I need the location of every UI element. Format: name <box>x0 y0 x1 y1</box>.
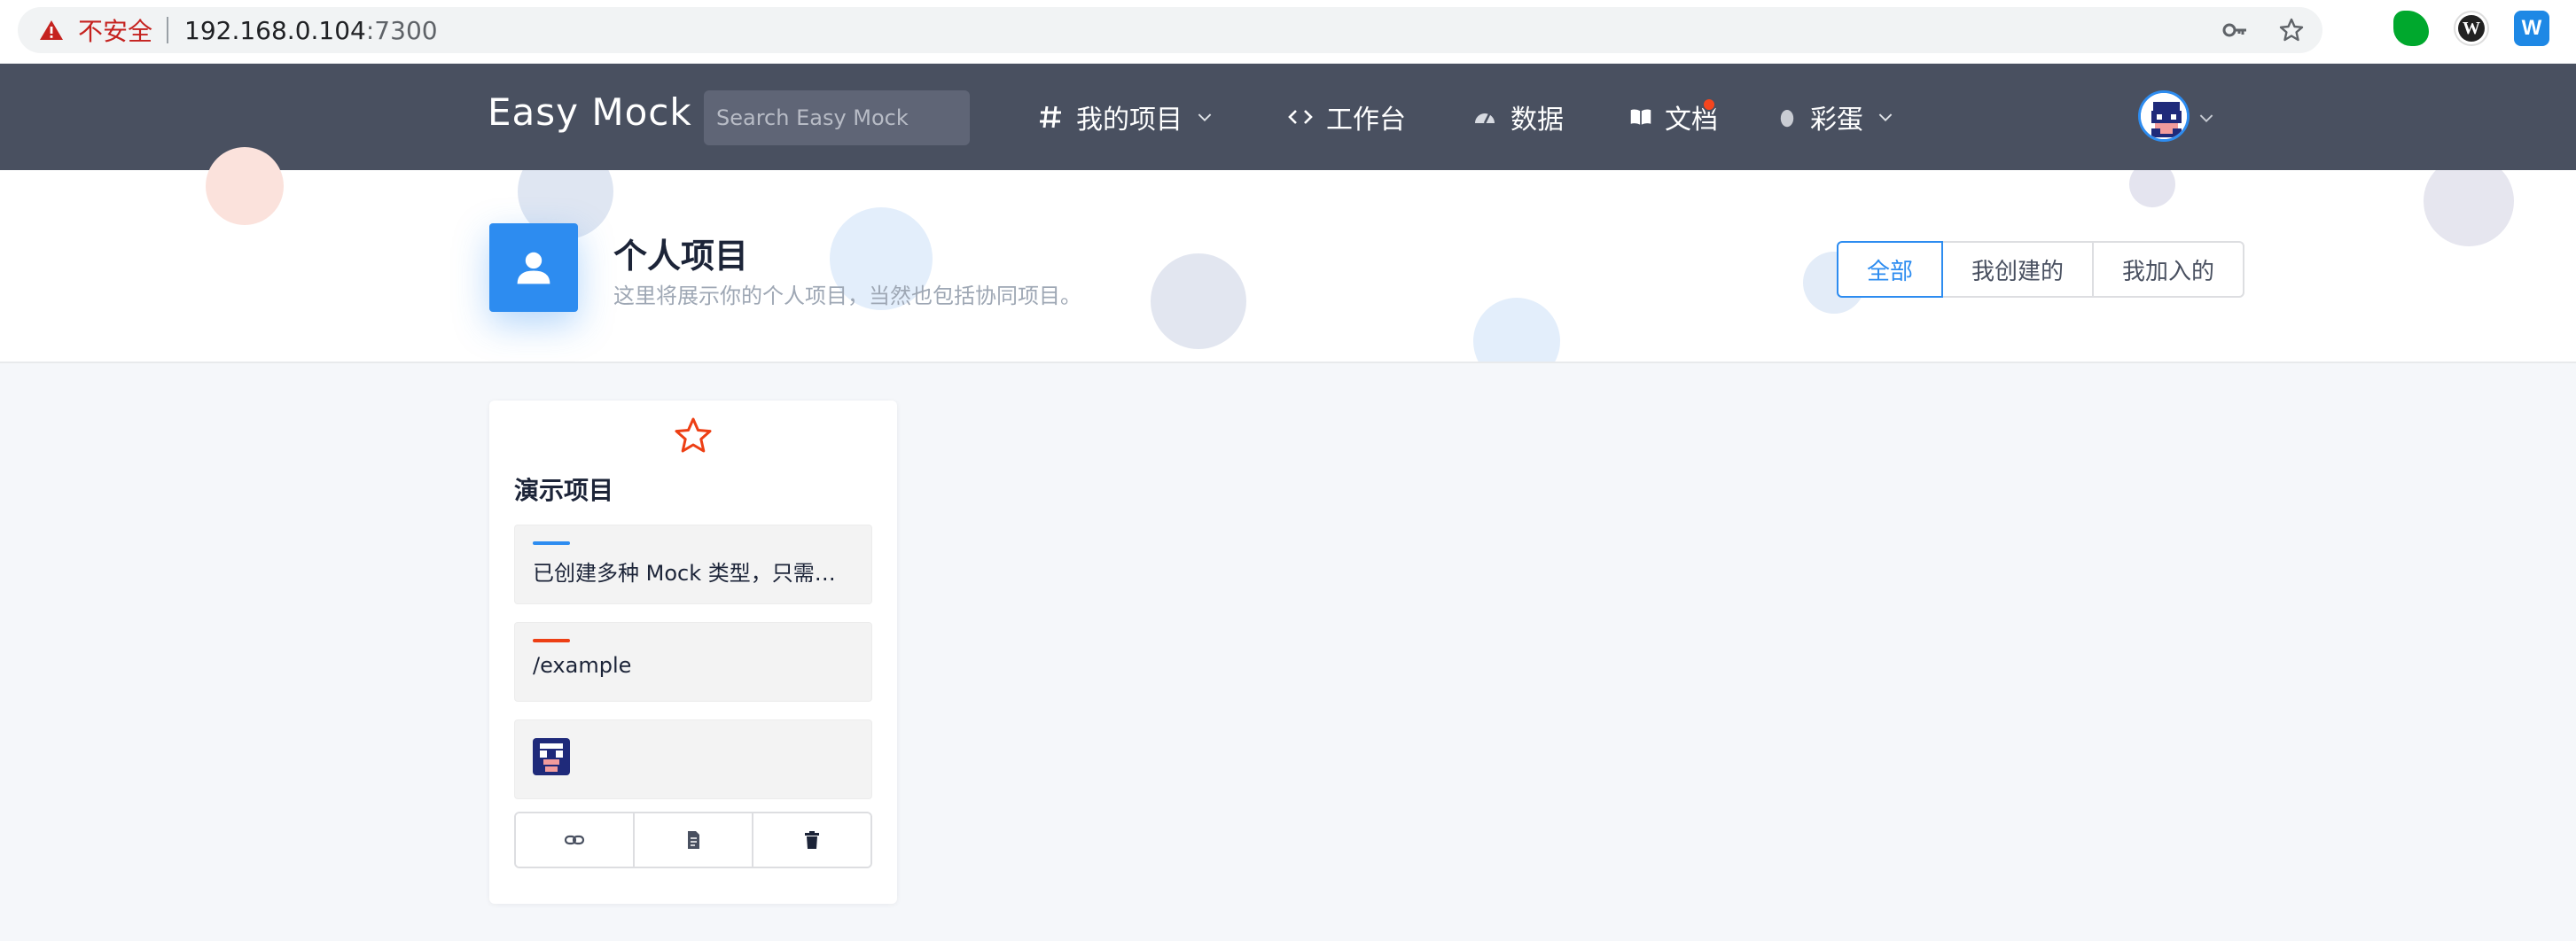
project-description-box: 已创建多种 Mock 类型，只需点击预览便可查看效果。 <box>514 525 872 604</box>
evernote-extension-icon[interactable] <box>2393 11 2429 46</box>
user-icon <box>517 252 550 284</box>
clone-project-button[interactable] <box>635 813 753 867</box>
wordpress-extension-icon[interactable]: W <box>2454 11 2489 46</box>
decorative-bubble <box>2129 170 2175 207</box>
code-icon <box>1288 110 1313 124</box>
link-icon <box>564 835 585 845</box>
copy-link-button[interactable] <box>516 813 635 867</box>
nav-my-projects[interactable]: 我的项目 <box>1037 99 1214 136</box>
filter-all-button[interactable]: 全部 <box>1837 241 1944 298</box>
page-subtitle: 这里将展示你的个人项目，当然也包括协同项目。 <box>613 284 1081 308</box>
page-header: 个人项目 这里将展示你的个人项目，当然也包括协同项目。 全部 我创建的 我加入的 <box>0 170 2576 363</box>
star-icon[interactable] <box>672 415 714 457</box>
user-avatar[interactable] <box>2138 90 2190 142</box>
pixel-avatar-icon <box>533 738 570 775</box>
pixel-avatar-icon <box>2141 93 2187 139</box>
key-icon[interactable] <box>2221 17 2248 43</box>
project-members-box <box>514 719 872 799</box>
nav-workbench[interactable]: 工作台 <box>1287 99 1406 136</box>
filter-created-button[interactable]: 我创建的 <box>1941 241 2095 298</box>
project-url: /example <box>533 653 632 678</box>
url-accent-line <box>533 639 570 642</box>
project-url-box: /example <box>514 622 872 702</box>
decorative-bubble <box>206 170 284 225</box>
dashboard-icon <box>1475 113 1495 124</box>
chevron-down-icon <box>1878 113 1893 122</box>
project-filter-group: 全部 我创建的 我加入的 <box>1837 241 2245 298</box>
url-host: 192.168.0.104 <box>184 15 366 45</box>
hash-icon <box>1040 105 1061 128</box>
app-navbar: Easy Mock 我的项目 工作台 数据 文档 <box>0 64 2576 170</box>
browser-toolbar: 不安全 192.168.0.104:7300 W W <box>0 0 2576 64</box>
nav-docs[interactable]: 文档 <box>1629 97 1718 136</box>
description-accent-line <box>533 541 570 545</box>
filter-joined-button[interactable]: 我加入的 <box>2092 241 2245 298</box>
decorative-bubble <box>1473 298 1560 362</box>
bookmark-star-icon[interactable] <box>2278 17 2305 43</box>
page-title: 个人项目 <box>613 237 749 276</box>
decorative-bubble <box>1151 253 1246 349</box>
nav-data[interactable]: 数据 <box>1471 99 1564 136</box>
docs-notification-badge <box>1702 97 1716 112</box>
project-card[interactable]: 演示项目 已创建多种 Mock 类型，只需点击预览便可查看效果。 /exampl… <box>489 401 897 904</box>
nav-easter-egg[interactable]: 彩蛋 <box>1776 99 1895 136</box>
nav-label-easter-egg: 彩蛋 <box>1810 105 1863 136</box>
warning-icon <box>40 20 63 40</box>
egg-icon <box>1780 110 1794 128</box>
personal-project-icon <box>489 223 578 312</box>
project-title[interactable]: 演示项目 <box>514 471 613 507</box>
url-port: :7300 <box>365 15 438 45</box>
trash-icon <box>805 831 819 849</box>
chevron-down-icon[interactable] <box>2197 108 2216 128</box>
address-bar[interactable]: 不安全 192.168.0.104:7300 <box>18 7 2322 53</box>
project-action-group <box>514 812 872 868</box>
security-status[interactable]: 不安全 <box>78 12 152 48</box>
url-text[interactable]: 192.168.0.104:7300 <box>184 16 438 45</box>
delete-project-button[interactable] <box>753 813 870 867</box>
nav-label-data: 数据 <box>1510 105 1564 136</box>
nav-label-workbench: 工作台 <box>1326 105 1406 136</box>
project-description: 已创建多种 Mock 类型，只需点击预览便可查看效果。 <box>533 561 852 586</box>
url-separator <box>167 17 169 43</box>
nav-label-my-projects: 我的项目 <box>1076 105 1183 136</box>
book-icon <box>1630 109 1651 125</box>
word-extension-icon[interactable]: W <box>2514 11 2549 46</box>
brand-logo[interactable]: Easy Mock <box>488 90 692 134</box>
search-input[interactable] <box>704 90 970 145</box>
chevron-down-icon <box>1198 113 1212 122</box>
decorative-bubble <box>2424 170 2514 246</box>
member-avatar[interactable] <box>533 738 570 775</box>
document-icon <box>688 831 699 849</box>
